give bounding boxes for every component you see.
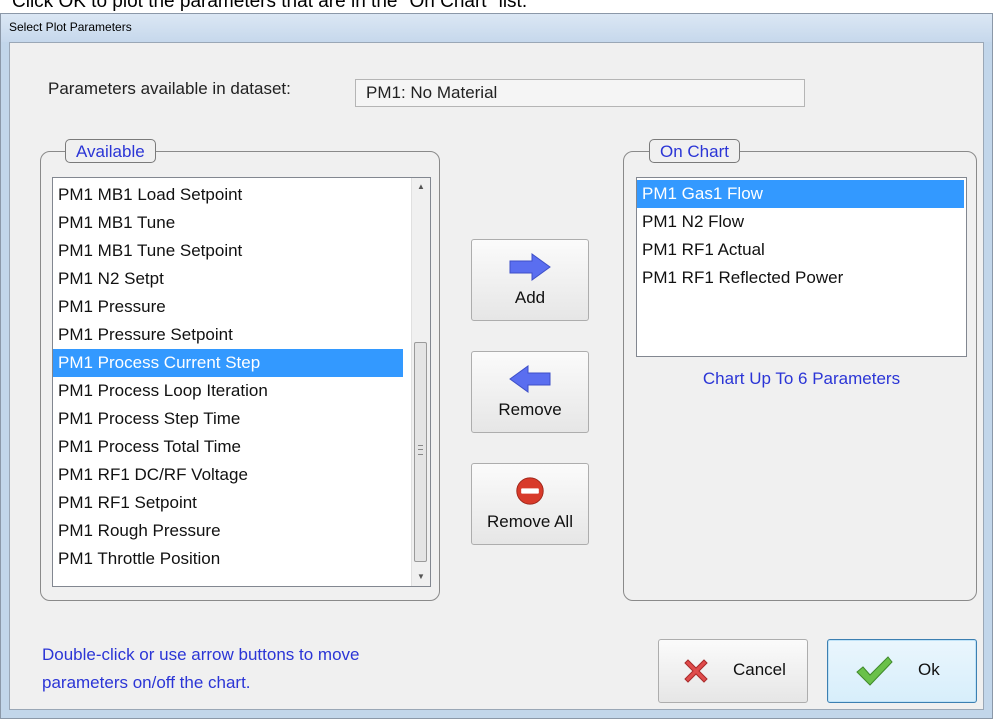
list-item[interactable]: PM1 Process Loop Iteration bbox=[53, 377, 403, 405]
cancel-button[interactable]: Cancel bbox=[658, 639, 808, 703]
dialog-client-area: Parameters available in dataset: PM1: No… bbox=[9, 42, 984, 710]
no-entry-icon bbox=[516, 477, 544, 505]
on-chart-list[interactable]: PM1 Gas1 Flow PM1 N2 Flow PM1 RF1 Actual PM… bbox=[636, 177, 967, 357]
arrow-left-icon bbox=[509, 365, 551, 393]
scroll-down-icon[interactable]: ▼ bbox=[412, 568, 430, 586]
scroll-up-icon[interactable]: ▲ bbox=[412, 178, 430, 196]
available-list[interactable]: PM1 MB1 Load Setpoint PM1 MB1 Tune PM1 MB1… bbox=[52, 177, 431, 587]
list-item[interactable]: PM1 Pressure bbox=[53, 293, 403, 321]
available-legend: Available bbox=[65, 139, 156, 163]
on-chart-items: PM1 Gas1 Flow PM1 N2 Flow PM1 RF1 Actual PM… bbox=[637, 180, 964, 292]
usage-hint: Double-click or use arrow buttons to mov… bbox=[42, 641, 462, 697]
list-item[interactable]: PM1 RF1 Reflected Power bbox=[637, 264, 964, 292]
cancel-button-label: Cancel bbox=[733, 660, 786, 679]
available-scrollbar[interactable]: ▲ ▼ bbox=[411, 178, 430, 586]
list-item[interactable]: PM1 RF1 DC/RF Voltage bbox=[53, 461, 403, 489]
ok-button-label: Ok bbox=[918, 660, 940, 679]
remove-button-label: Remove bbox=[498, 400, 562, 419]
ok-button[interactable]: Ok bbox=[827, 639, 977, 703]
list-item[interactable]: PM1 Gas1 Flow bbox=[637, 180, 964, 208]
list-item[interactable]: PM1 MB1 Tune Setpoint bbox=[53, 237, 403, 265]
chart-limit-note: Chart Up To 6 Parameters bbox=[702, 369, 901, 388]
list-item[interactable]: PM1 Process Current Step bbox=[53, 349, 403, 377]
red-x-icon bbox=[684, 659, 708, 683]
green-check-icon bbox=[856, 656, 893, 686]
dataset-field: PM1: No Material bbox=[355, 79, 805, 107]
add-button[interactable]: Add bbox=[471, 239, 589, 321]
available-items: PM1 MB1 Load Setpoint PM1 MB1 Tune PM1 MB1… bbox=[53, 181, 403, 573]
list-item[interactable]: PM1 MB1 Load Setpoint bbox=[53, 181, 403, 209]
list-item[interactable]: PM1 RF1 Actual bbox=[637, 236, 964, 264]
list-item[interactable]: PM1 Pressure Setpoint bbox=[53, 321, 403, 349]
grip-icon bbox=[418, 445, 423, 455]
list-item[interactable]: PM1 MB1 Tune bbox=[53, 209, 403, 237]
list-item[interactable]: PM1 N2 Flow bbox=[637, 208, 964, 236]
add-button-label: Add bbox=[514, 288, 546, 307]
arrow-right-icon bbox=[509, 253, 551, 281]
list-item[interactable]: PM1 Rough Pressure bbox=[53, 517, 403, 545]
remove-button[interactable]: Remove bbox=[471, 351, 589, 433]
dataset-label: Parameters available in dataset: bbox=[48, 79, 291, 98]
list-item[interactable]: PM1 Throttle Position bbox=[53, 545, 403, 573]
remove-all-button-label: Remove All bbox=[487, 512, 573, 531]
title-bar[interactable]: Select Plot Parameters bbox=[1, 14, 992, 42]
scroll-thumb[interactable] bbox=[414, 342, 427, 562]
instruction-caption: Click OK to plot the parameters that are… bbox=[12, 0, 528, 12]
usage-hint-line-2: parameters on/off the chart. bbox=[42, 673, 251, 692]
on-chart-legend: On Chart bbox=[649, 139, 740, 163]
remove-all-button[interactable]: Remove All bbox=[471, 463, 589, 545]
usage-hint-line-1: Double-click or use arrow buttons to mov… bbox=[42, 645, 360, 664]
list-item[interactable]: PM1 Process Step Time bbox=[53, 405, 403, 433]
list-item[interactable]: PM1 RF1 Setpoint bbox=[53, 489, 403, 517]
list-item[interactable]: PM1 Process Total Time bbox=[53, 433, 403, 461]
list-item[interactable]: PM1 N2 Setpt bbox=[53, 265, 403, 293]
select-plot-parameters-dialog: Select Plot Parameters Parameters availa… bbox=[0, 13, 993, 719]
window-title: Select Plot Parameters bbox=[9, 20, 132, 34]
